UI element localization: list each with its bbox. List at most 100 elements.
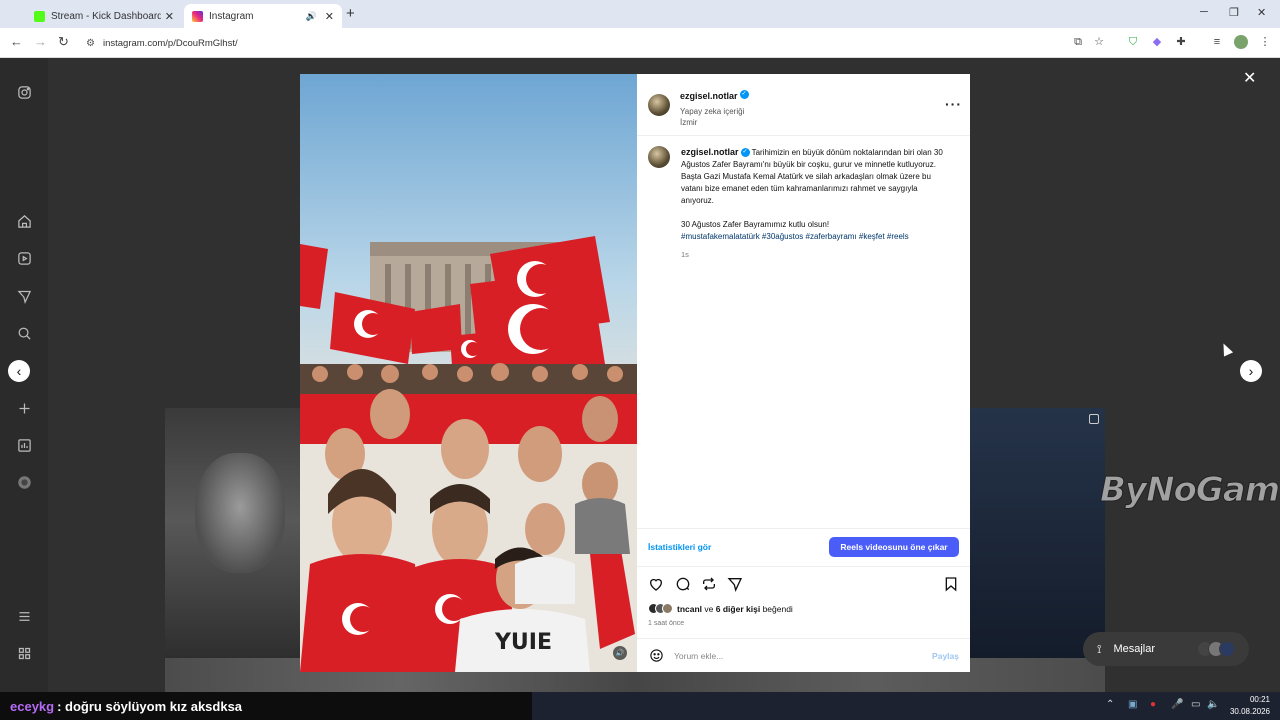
extension-icon[interactable]: ◆	[1150, 35, 1164, 49]
caption-avatar[interactable]	[648, 146, 670, 168]
reels-icon[interactable]	[14, 248, 34, 268]
shield-extension-icon[interactable]: ⛉	[1126, 35, 1140, 49]
address-bar[interactable]: ⚙ instagram.com/p/DcouRmGlhst/	[80, 32, 1120, 54]
more-menu-icon[interactable]	[14, 606, 34, 626]
minimize-icon[interactable]: ─	[1200, 6, 1208, 18]
stream-overlay-panel	[965, 408, 1105, 658]
network-icon[interactable]: ▭	[1191, 699, 1200, 710]
instagram-logo-icon[interactable]	[14, 82, 34, 102]
save-bookmark-icon[interactable]	[943, 576, 959, 592]
browser-toolbar: ← → ↻ ⚙ instagram.com/p/DcouRmGlhst/ ⧉ ☆…	[0, 28, 1280, 58]
liked-by-others[interactable]: 6 diğer kişi	[716, 604, 760, 614]
speaker-icon[interactable]: 🔊	[306, 11, 317, 22]
author-avatar[interactable]	[648, 94, 670, 116]
messages-label: Mesajlar	[1113, 643, 1156, 655]
author-info: ezgisel.notlar ✓ Yapay zeka içeriği İzmir	[680, 86, 749, 127]
also-from-meta-icon[interactable]	[14, 643, 34, 663]
caption-line-2: 30 Ağustos Zafer Bayramımız kutlu olsun!	[681, 220, 830, 229]
liked-by: tncanl ve 6 diğer kişi beğendi	[648, 603, 793, 614]
liker-avatar	[662, 603, 673, 614]
search-icon[interactable]	[14, 323, 34, 343]
tray-recording-icon[interactable]: ●	[1150, 699, 1156, 710]
stream-chat-overlay: eceykg : doğru söylüyom kız aksdksa	[0, 692, 532, 720]
close-window-icon[interactable]: ✕	[1257, 6, 1266, 19]
profile-avatar[interactable]	[1234, 35, 1248, 49]
instagram-favicon-icon	[192, 10, 203, 22]
share-send-icon[interactable]	[727, 576, 743, 592]
caption-username[interactable]: ezgisel.notlar	[681, 147, 739, 157]
url-text: instagram.com/p/DcouRmGlhst/	[102, 37, 238, 49]
post-caption: ezgisel.notlar ✓ Tarihimizin en büyük dön…	[681, 146, 951, 261]
view-insights-link[interactable]: İstatistikleri gör	[648, 542, 711, 552]
tab-kick-dashboard[interactable]: Stream - Kick Dashboard ✕	[26, 4, 182, 28]
menu-dots-icon[interactable]: ⋮	[1258, 35, 1272, 49]
clock-date: 30.08.2026	[1229, 707, 1270, 716]
liked-by-conjunction: ve	[704, 603, 714, 614]
next-post-icon[interactable]: ›	[1240, 360, 1262, 382]
ai-content-label[interactable]: Yapay zeka içeriği	[680, 107, 749, 116]
chat-username: eceykg	[10, 698, 55, 714]
close-tab-icon[interactable]: ✕	[325, 10, 334, 23]
liked-by-user[interactable]: tncanl	[677, 604, 702, 614]
volume-icon[interactable]: 🔈	[1207, 699, 1219, 710]
tray-chevron-icon[interactable]: ⌃	[1106, 699, 1114, 710]
install-app-icon[interactable]: ⧉	[1071, 35, 1085, 49]
new-tab-icon[interactable]: +	[346, 5, 355, 22]
instagram-page: ByNoGame ✕ ‹ ›	[0, 58, 1280, 692]
messages-button[interactable]: ⟟ Mesajlar	[1083, 632, 1249, 666]
puzzle-icon[interactable]: ✚	[1174, 35, 1188, 49]
post-timestamp: 1 saat önce	[648, 620, 685, 627]
boost-reel-button[interactable]: Reels videosunu öne çıkar	[829, 537, 959, 557]
previous-post-icon[interactable]: ‹	[8, 360, 30, 382]
reload-icon[interactable]: ↻	[58, 34, 69, 50]
liked-by-text: tncanl ve 6 diğer kişi beğendi	[677, 604, 793, 614]
windows-taskbar: eceykg : doğru söylüyom kız aksdksa ⌃ ▣ …	[0, 692, 1280, 720]
microphone-icon[interactable]: 🎤	[1171, 699, 1183, 710]
emoji-icon[interactable]	[649, 648, 664, 663]
post-location[interactable]: İzmir	[680, 118, 749, 127]
caption-time: 1s	[681, 250, 689, 259]
forward-icon[interactable]: →	[34, 34, 47, 49]
like-heart-icon[interactable]	[648, 576, 664, 592]
overlay-corner-icon	[1089, 414, 1099, 424]
post-modal: YUIE 🔊 ezgisel.notlar ✓ Yapay zeka içeriğ…	[300, 74, 970, 672]
system-clock[interactable]: 00:21 30.08.2026	[1230, 694, 1270, 718]
post-header: ezgisel.notlar ✓ Yapay zeka içeriği İzmir…	[637, 74, 970, 136]
tray-app-icon[interactable]: ▣	[1128, 699, 1137, 710]
profile-icon[interactable]	[14, 472, 34, 492]
tab-instagram[interactable]: Instagram 🔊 ✕	[184, 4, 342, 28]
tab-label: Instagram	[209, 10, 254, 22]
webcam-face	[195, 453, 285, 573]
reel-illustration: YUIE	[300, 74, 637, 672]
close-tab-icon[interactable]: ✕	[165, 10, 174, 23]
site-info-icon[interactable]: ⚙	[86, 38, 95, 49]
close-modal-icon[interactable]: ✕	[1243, 68, 1256, 88]
chat-message: : doğru söylüyom kız aksdksa	[57, 698, 243, 714]
repost-icon[interactable]	[701, 576, 717, 592]
back-icon[interactable]: ←	[10, 34, 23, 49]
post-comment-button[interactable]: Paylaş	[932, 651, 959, 661]
audio-toggle-icon[interactable]: 🔊	[613, 646, 627, 660]
svg-text:YUIE: YUIE	[494, 630, 552, 655]
home-icon[interactable]	[14, 211, 34, 231]
kick-favicon-icon	[34, 10, 45, 22]
direct-send-icon[interactable]	[14, 286, 34, 306]
comment-input[interactable]	[674, 650, 933, 661]
mouse-cursor	[1218, 341, 1234, 357]
bookmark-star-icon[interactable]: ☆	[1092, 35, 1106, 49]
author-username[interactable]: ezgisel.notlar	[680, 91, 738, 101]
media-queue-icon[interactable]: ≡	[1210, 35, 1224, 49]
message-avatar	[1219, 641, 1235, 657]
more-options-icon[interactable]: ···	[945, 96, 962, 112]
post-actions: tncanl ve 6 diğer kişi beğendi 1 saat ön…	[637, 566, 970, 638]
comment-icon[interactable]	[675, 576, 691, 592]
dashboard-icon[interactable]	[14, 435, 34, 455]
direct-send-icon: ⟟	[1097, 641, 1102, 656]
reel-video[interactable]: YUIE 🔊	[300, 74, 637, 672]
message-avatars	[1197, 641, 1235, 657]
caption-hashtags[interactable]: #mustafakemalatatürk #30ağustos #zaferba…	[681, 231, 951, 243]
create-icon[interactable]	[14, 398, 34, 418]
liked-by-suffix: beğendi	[762, 603, 793, 614]
insights-bar: İstatistikleri gör Reels videosunu öne ç…	[637, 528, 970, 566]
restore-icon[interactable]: ❐	[1229, 6, 1239, 19]
